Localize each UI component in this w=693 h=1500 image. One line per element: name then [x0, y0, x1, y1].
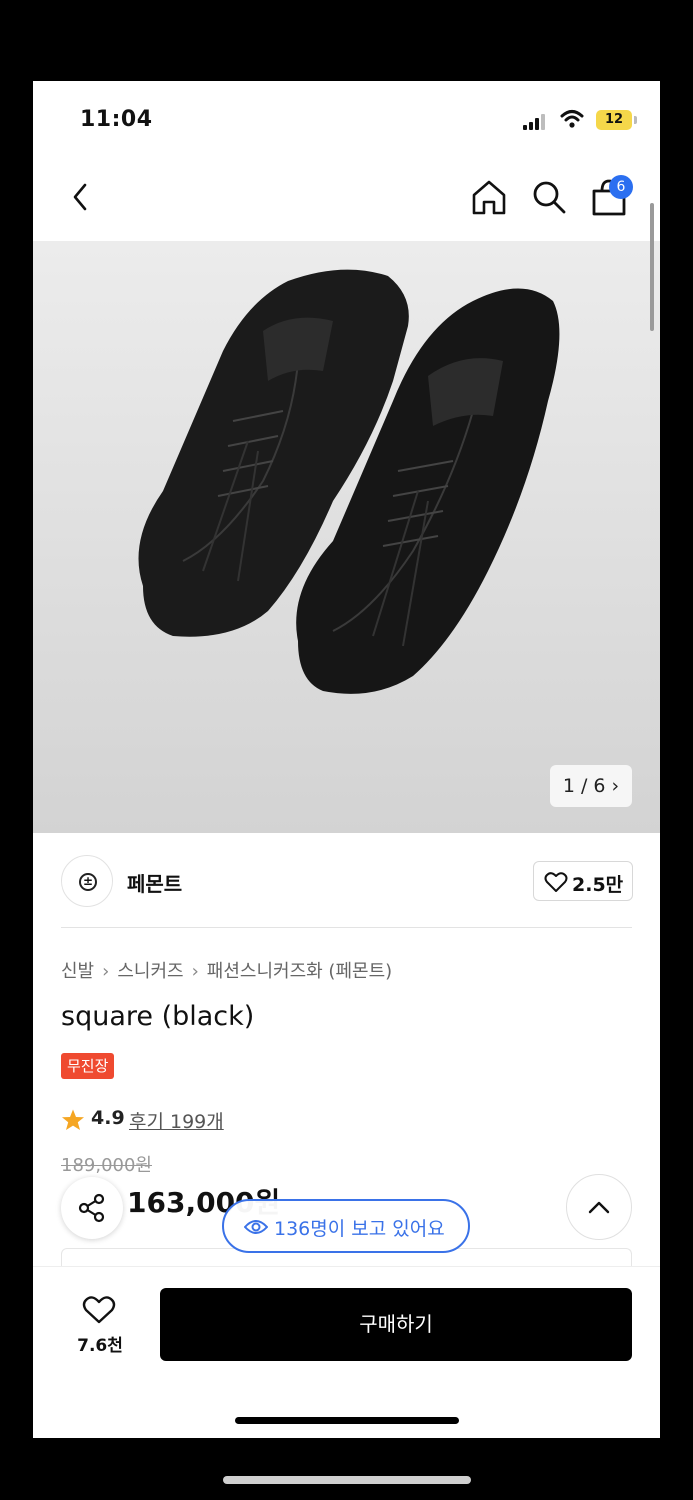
- rating-score: 4.9: [91, 1107, 125, 1129]
- cellular-signal-icon: [523, 114, 545, 130]
- live-viewers-pill: 136명이 보고 있어요: [222, 1199, 470, 1253]
- wifi-icon: [560, 110, 584, 128]
- brand-like-button[interactable]: 2.5만: [533, 861, 633, 901]
- eye-icon: [244, 1220, 268, 1234]
- brand-logo-mark: ±: [79, 873, 97, 891]
- scrollbar[interactable]: [650, 203, 654, 331]
- status-bar: 11:04 12: [33, 81, 660, 161]
- product-image-gallery[interactable]: 1 / 6 ›: [33, 241, 660, 833]
- breadcrumb-item[interactable]: 신발: [61, 961, 94, 982]
- live-viewers-text: 136명이 보고 있어요: [274, 1218, 445, 1240]
- brand-logo[interactable]: ±: [61, 855, 113, 907]
- breadcrumb-separator: ›: [191, 961, 199, 982]
- product-photo: [138, 269, 560, 694]
- purchase-bar: 7.6천 구매하기: [33, 1266, 660, 1438]
- brand-like-count: 2.5만: [572, 874, 624, 896]
- product-title: square (black): [61, 1001, 255, 1032]
- star-icon: [62, 1109, 84, 1130]
- divider: [61, 927, 632, 928]
- brand-name[interactable]: 페몬트: [127, 868, 182, 897]
- battery-cap: [634, 116, 637, 124]
- wishlist-count: 7.6천: [77, 1336, 123, 1356]
- back-chevron-icon[interactable]: [67, 179, 95, 215]
- search-icon[interactable]: [529, 177, 569, 217]
- share-button[interactable]: [61, 1177, 123, 1239]
- heart-outline-icon: [544, 872, 568, 892]
- breadcrumb-separator: ›: [102, 961, 110, 982]
- share-icon: [78, 1193, 105, 1223]
- heart-outline-icon: [82, 1296, 116, 1324]
- scroll-to-top-button[interactable]: [566, 1174, 632, 1240]
- cart-count-badge: 6: [609, 175, 633, 199]
- outer-home-indicator: [223, 1476, 471, 1484]
- battery-indicator: 12: [596, 110, 632, 130]
- buy-button[interactable]: 구매하기: [160, 1288, 632, 1361]
- breadcrumb-item[interactable]: 패션스니커즈화 (페몬트): [207, 961, 392, 982]
- breadcrumb: 신발 › 스니커즈 › 패션스니커즈화 (페몬트): [61, 957, 392, 983]
- original-price: 189,000원: [61, 1155, 152, 1176]
- brand-row: ± 페몬트 2.5만: [33, 833, 660, 929]
- wishlist-button[interactable]: 7.6천: [73, 1295, 127, 1356]
- top-navigation: 6: [33, 161, 660, 241]
- home-icon[interactable]: [469, 177, 509, 217]
- review-count-link[interactable]: 후기 199개: [129, 1107, 224, 1134]
- image-counter[interactable]: 1 / 6 ›: [550, 765, 632, 807]
- store-tag: 무진장: [61, 1053, 115, 1079]
- breadcrumb-item[interactable]: 스니커즈: [117, 961, 183, 982]
- status-time: 11:04: [80, 107, 153, 132]
- home-indicator: [235, 1417, 459, 1424]
- phone-screen: 11:04 12 6 1 / 6 › ± 페몬트 2.5만 신발 › 스니커즈 …: [33, 81, 660, 1438]
- chevron-up-icon: [588, 1201, 610, 1214]
